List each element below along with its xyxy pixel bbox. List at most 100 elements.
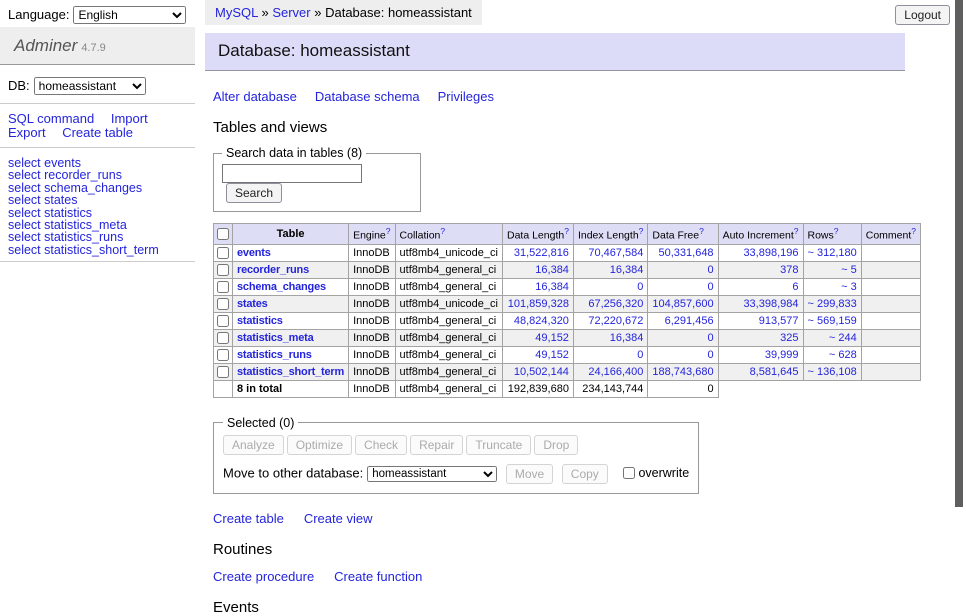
create-procedure-link[interactable]: Create procedure <box>213 569 314 584</box>
breadcrumb-item[interactable]: Server <box>272 5 310 20</box>
cell-data-length-link[interactable]: 31,522,816 <box>514 247 569 259</box>
table-link-statistics_short_term[interactable]: statistics_short_term <box>237 366 344 378</box>
select-all-checkbox[interactable] <box>217 228 229 240</box>
cell-index-length-link[interactable]: 16,384 <box>610 264 644 276</box>
cell-data-length-link[interactable]: 10,502,144 <box>514 366 569 378</box>
copy-button[interactable]: Copy <box>562 464 608 484</box>
breadcrumb-item[interactable]: MySQL <box>215 5 258 20</box>
rows-link[interactable]: ~ 628 <box>829 349 857 361</box>
check-button[interactable]: Check <box>355 435 407 455</box>
cell-index-length-link[interactable]: 24,166,400 <box>588 366 643 378</box>
create-table-link[interactable]: Create table <box>213 511 284 526</box>
table-link-statistics[interactable]: statistics <box>237 315 283 327</box>
help-link[interactable]: ? <box>639 226 644 236</box>
sidebar-link-sql-command[interactable]: SQL command <box>8 111 94 126</box>
sidebar-link-export[interactable]: Export <box>8 125 46 140</box>
move-database-select[interactable]: homeassistant <box>367 466 497 482</box>
row-checkbox[interactable] <box>217 315 229 327</box>
row-checkbox[interactable] <box>217 349 229 361</box>
cell-data-free-link[interactable]: 188,743,680 <box>652 366 713 378</box>
cell-data-free-link[interactable]: 0 <box>707 281 713 293</box>
cell-auto-increment-link[interactable]: 33,898,196 <box>743 247 798 259</box>
rows-link[interactable]: ~ 5 <box>841 264 857 276</box>
help-link[interactable]: ? <box>834 226 839 236</box>
help-link[interactable]: ? <box>564 226 569 236</box>
logout-button[interactable]: Logout <box>895 5 950 25</box>
rows-link[interactable]: ~ 299,833 <box>808 298 857 310</box>
sidebar-link-create-table[interactable]: Create table <box>62 125 133 140</box>
cell-index-length-link[interactable]: 0 <box>637 281 643 293</box>
rows-link[interactable]: ~ 244 <box>829 332 857 344</box>
sidebar-select-statistics_runs[interactable]: select statistics_runs <box>8 231 195 243</box>
move-button[interactable]: Move <box>506 464 553 484</box>
cell-data-length-link[interactable]: 16,384 <box>535 281 569 293</box>
create-function-link[interactable]: Create function <box>334 569 422 584</box>
row-checkbox[interactable] <box>217 366 229 378</box>
cell-data-length-link[interactable]: 101,859,328 <box>508 298 569 310</box>
row-checkbox[interactable] <box>217 247 229 259</box>
optimize-button[interactable]: Optimize <box>287 435 352 455</box>
db-select[interactable]: homeassistant <box>34 77 146 95</box>
sidebar-link-import[interactable]: Import <box>111 111 148 126</box>
drop-button[interactable]: Drop <box>534 435 578 455</box>
cell-index-length-link[interactable]: 67,256,320 <box>588 298 643 310</box>
sidebar-select-states[interactable]: select states <box>8 194 195 206</box>
table-link-events[interactable]: events <box>237 247 271 259</box>
cell-index-length-link[interactable]: 0 <box>637 349 643 361</box>
cell-data-free-link[interactable]: 0 <box>707 349 713 361</box>
cell-index-length-link[interactable]: 70,467,584 <box>588 247 643 259</box>
cell-data-free-link[interactable]: 104,857,600 <box>652 298 713 310</box>
cell-data-free-link[interactable]: 50,331,648 <box>659 247 714 259</box>
row-checkbox[interactable] <box>217 281 229 293</box>
help-link[interactable]: ? <box>911 226 916 236</box>
cell-auto-increment-link[interactable]: 378 <box>780 264 798 276</box>
repair-button[interactable]: Repair <box>410 435 463 455</box>
cell-auto-increment-link[interactable]: 913,577 <box>759 315 799 327</box>
analyze-button[interactable]: Analyze <box>223 435 284 455</box>
cell-data-free-link[interactable]: 0 <box>707 264 713 276</box>
cell-data-length-link[interactable]: 49,152 <box>535 349 569 361</box>
rows-link[interactable]: ~ 569,159 <box>808 315 857 327</box>
search-button[interactable]: Search <box>226 183 282 203</box>
cell-data-free-link[interactable]: 6,291,456 <box>665 315 714 327</box>
rows-link[interactable]: ~ 3 <box>841 281 857 293</box>
table-link-statistics_runs[interactable]: statistics_runs <box>237 349 312 361</box>
help-link[interactable]: ? <box>440 226 445 236</box>
cell-auto-increment-link[interactable]: 6 <box>792 281 798 293</box>
overwrite-checkbox[interactable] <box>623 467 635 479</box>
action-link-database-schema[interactable]: Database schema <box>315 89 420 104</box>
language-select[interactable]: English <box>73 6 186 24</box>
cell-auto-increment-link[interactable]: 33,398,984 <box>743 298 798 310</box>
cell-auto-increment-link[interactable]: 8,581,645 <box>750 366 799 378</box>
sidebar-select-statistics_short_term[interactable]: select statistics_short_term <box>8 244 195 256</box>
vertical-scrollbar-thumb[interactable] <box>955 0 963 507</box>
action-link-privileges[interactable]: Privileges <box>438 89 494 104</box>
cell-data-length-link[interactable]: 49,152 <box>535 332 569 344</box>
cell-data-length-link[interactable]: 16,384 <box>535 264 569 276</box>
cell-data-free-link[interactable]: 0 <box>707 332 713 344</box>
vertical-scrollbar-track[interactable] <box>955 0 966 543</box>
row-checkbox[interactable] <box>217 298 229 310</box>
app-name[interactable]: Adminer <box>14 36 77 55</box>
search-input[interactable] <box>222 164 362 183</box>
table-link-recorder_runs[interactable]: recorder_runs <box>237 264 309 276</box>
table-link-schema_changes[interactable]: schema_changes <box>237 281 326 293</box>
row-checkbox[interactable] <box>217 264 229 276</box>
table-link-states[interactable]: states <box>237 298 268 310</box>
rows-link[interactable]: ~ 312,180 <box>808 247 857 259</box>
truncate-button[interactable]: Truncate <box>466 435 531 455</box>
cell-data-length-link[interactable]: 48,824,320 <box>514 315 569 327</box>
help-link[interactable]: ? <box>794 226 799 236</box>
create-view-link[interactable]: Create view <box>304 511 373 526</box>
cell-index-length-link[interactable]: 72,220,672 <box>588 315 643 327</box>
sidebar-select-recorder_runs[interactable]: select recorder_runs <box>8 169 195 181</box>
cell-auto-increment-link[interactable]: 325 <box>780 332 798 344</box>
cell-auto-increment-link[interactable]: 39,999 <box>765 349 799 361</box>
help-link[interactable]: ? <box>699 226 704 236</box>
rows-link[interactable]: ~ 136,108 <box>808 366 857 378</box>
cell-index-length-link[interactable]: 16,384 <box>610 332 644 344</box>
action-link-alter-database[interactable]: Alter database <box>213 89 297 104</box>
row-checkbox[interactable] <box>217 332 229 344</box>
help-link[interactable]: ? <box>386 226 391 236</box>
table-link-statistics_meta[interactable]: statistics_meta <box>237 332 314 344</box>
